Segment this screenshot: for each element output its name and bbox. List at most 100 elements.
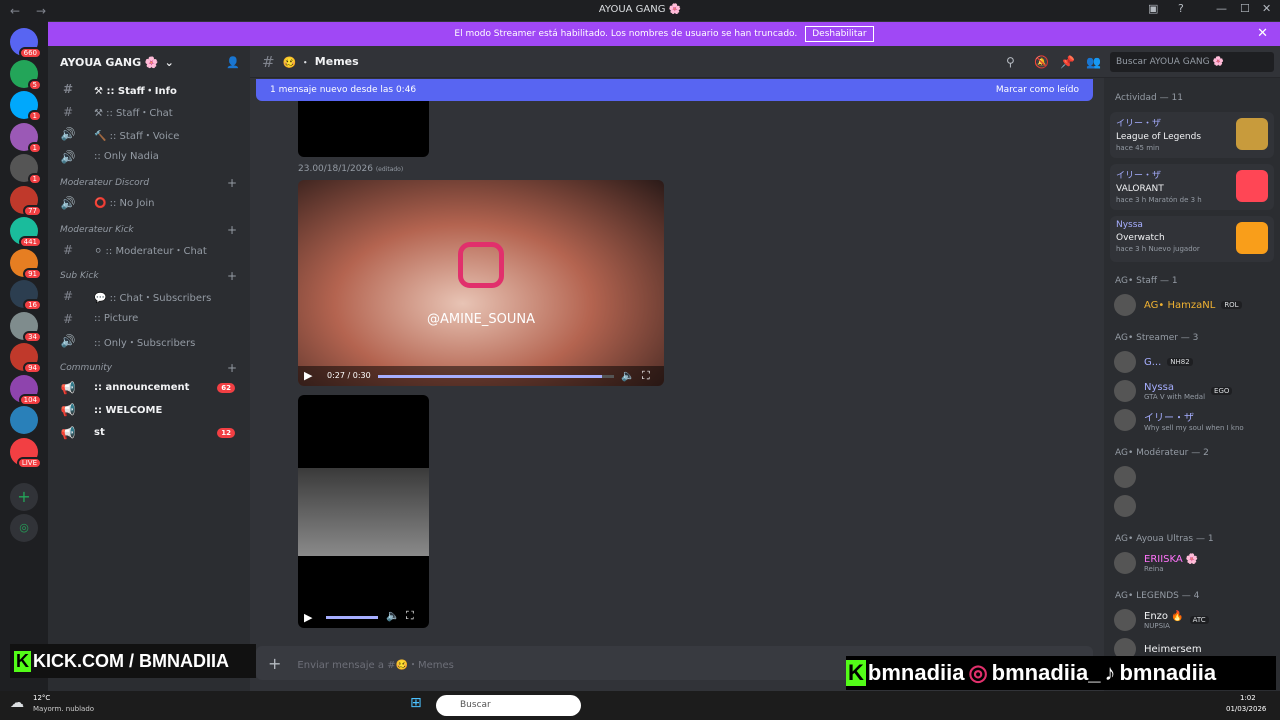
activity-header[interactable]: Actividad — 11	[1115, 93, 1183, 103]
server-icon[interactable]: 16	[10, 280, 42, 311]
video-time: 0:27 / 0:30	[327, 371, 371, 380]
server-icon[interactable]: LIVE	[10, 437, 42, 469]
server-badge: 34	[23, 330, 42, 343]
server-icon[interactable]: 91	[10, 248, 42, 280]
help-icon[interactable]: ?	[1178, 2, 1184, 15]
search-input[interactable]: Buscar AYOUA GANG 🌸	[1110, 52, 1274, 72]
server-icon[interactable]: 1	[10, 91, 42, 122]
social-overlay: Kbmnadiia ◎ bmnadiia_ ♪ bmnadiia	[846, 656, 1276, 690]
close-window-icon[interactable]: ✕	[1262, 2, 1271, 15]
minimize-icon[interactable]: —	[1216, 2, 1227, 15]
server-list: 660 5 1 1 1 77 441 91 16 34 94 104 LIVE + ◎	[0, 21, 48, 691]
server-badge: 77	[23, 204, 42, 217]
notifications-icon[interactable]: 🔕	[1034, 55, 1049, 69]
channel-category[interactable]: Sub Kick +	[60, 269, 245, 283]
channel-item[interactable]: # 💬 ꞉꞉ Chat・Subscribers	[60, 287, 245, 305]
video-seekbar[interactable]	[378, 375, 614, 378]
channel-item[interactable]: 🔊 🔨 ꞉꞉ Staff・Voice	[60, 125, 245, 143]
activity-card[interactable]: イリー・ザ League of Legends hace 45 min	[1110, 112, 1274, 158]
new-messages-text: 1 mensaje nuevo desde las 0:46	[270, 85, 417, 95]
add-channel-icon[interactable]: +	[227, 269, 237, 283]
channel-item[interactable]: # ⚒ ꞉꞉ Staff・Chat	[60, 103, 245, 121]
streamer-mode-banner: El modo Streamer está habilitado. Los no…	[48, 22, 1280, 46]
inbox-icon[interactable]: ▣	[1148, 2, 1158, 15]
server-icon[interactable]: 104	[10, 374, 42, 406]
member-text: AG• HamzaNL	[1144, 300, 1215, 311]
play-icon[interactable]: ▶	[304, 369, 312, 382]
video-previous[interactable]	[298, 101, 429, 157]
taskbar-search-label: Buscar	[460, 700, 491, 710]
channel-label: st	[94, 427, 105, 438]
channel-item[interactable]: 📢 ꞉꞉ announcement 62	[60, 379, 245, 397]
member-text: Heimersem	[1144, 644, 1202, 655]
fullscreen-icon[interactable]: ⛶	[406, 609, 414, 623]
volume-icon[interactable]: 🔈	[621, 369, 635, 382]
taskbar-search[interactable]: Buscar	[436, 695, 581, 716]
channel-item[interactable]: # ⚪ ꞉꞉ Moderateur・Chat	[60, 241, 245, 259]
video-player-2[interactable]: ▶ 🔈 ⛶	[298, 395, 429, 628]
server-badge: 1	[27, 141, 42, 154]
server-header[interactable]: AYOUA GANG 🌸 ⌄ 👤	[48, 46, 250, 78]
add-user-icon[interactable]: 👤	[226, 56, 240, 69]
new-messages-bar[interactable]: 1 mensaje nuevo desde las 0:46 Marcar co…	[256, 79, 1093, 101]
disable-button[interactable]: Deshabilitar	[805, 26, 874, 42]
member-status: Why sell my soul when I kno	[1144, 423, 1244, 432]
channel-item[interactable]: 📢 ꞉꞉ WELCOME	[60, 401, 245, 419]
maximize-icon[interactable]: ☐	[1240, 2, 1250, 15]
server-icon[interactable]: 5	[10, 59, 42, 91]
video-player[interactable]: @AMINE_SOUNA ▶ 0:27 / 0:30 🔈 ⛶	[298, 180, 664, 386]
channel-label: 💬 ꞉꞉ Chat・Subscribers	[94, 292, 212, 304]
mark-read-button[interactable]: Marcar como leído	[996, 85, 1079, 95]
channel-label: ꞉꞉ announcement	[94, 382, 190, 393]
activity-card[interactable]: イリー・ザ VALORANT hace 3 h Maratón de 3 h	[1110, 164, 1274, 210]
play-icon[interactable]: ▶	[304, 611, 312, 624]
volume-icon[interactable]: 🔈	[386, 609, 400, 622]
server-icon[interactable]: 441	[10, 217, 42, 248]
explore-icon[interactable]: ◎	[10, 514, 38, 542]
members-icon[interactable]: 👥	[1086, 55, 1101, 69]
weather-icon[interactable]: ☁	[10, 695, 24, 711]
channel-category[interactable]: Moderateur Discord +	[60, 176, 245, 190]
channel-item[interactable]: # ⚒ ꞉꞉ Staff・Info	[60, 80, 245, 98]
server-icon[interactable]: 77	[10, 185, 42, 217]
server-icon[interactable]	[10, 406, 38, 434]
channel-label: ꞉꞉ Picture	[94, 313, 139, 324]
member-text: ERIISKA 🌸 Reina	[1144, 554, 1198, 573]
server-icon[interactable]: 34	[10, 311, 42, 343]
member-name: G...	[1144, 356, 1162, 368]
windows-start-icon[interactable]: ⊞	[410, 695, 422, 711]
channel-item[interactable]: 🔊 ꞉꞉ Only・Subscribers	[60, 332, 245, 350]
member-item[interactable]: Nyssa GTA V with Medal EGO	[1114, 378, 1274, 404]
channel-item[interactable]: # ꞉꞉ Picture	[60, 310, 245, 328]
server-icon[interactable]: 94	[10, 343, 42, 374]
channel-item[interactable]: 🔊 ⭕ ꞉꞉ No Join	[60, 194, 245, 212]
server-icon[interactable]: 1	[10, 122, 42, 154]
channel-label: ꞉꞉ WELCOME	[94, 404, 163, 416]
channel-category[interactable]: Community +	[60, 361, 245, 375]
channel-category[interactable]: Moderateur Kick +	[60, 223, 245, 237]
add-channel-icon[interactable]: +	[227, 176, 237, 190]
channel-item[interactable]: 📢 st 12	[60, 424, 245, 442]
member-item[interactable]: Enzo 🔥 NUPSIA ATC	[1114, 607, 1274, 633]
server-icon[interactable]: 1	[10, 154, 42, 185]
member-item[interactable]: ERIISKA 🌸 Reina	[1114, 550, 1274, 576]
server-icon[interactable]: 660	[10, 28, 42, 59]
member-item[interactable]: AG• HamzaNL ROL	[1114, 292, 1274, 318]
volume-slider[interactable]	[326, 616, 378, 619]
pin-icon[interactable]: 📌	[1060, 55, 1075, 69]
threads-icon[interactable]: ⚲	[1006, 55, 1015, 69]
add-channel-icon[interactable]: +	[227, 223, 237, 237]
member-item[interactable]	[1114, 464, 1274, 490]
close-icon[interactable]: ✕	[1257, 26, 1268, 41]
channel-item[interactable]: 🔊 ꞉꞉ Only Nadia	[60, 148, 245, 166]
member-item[interactable]: G... NH82	[1114, 349, 1274, 375]
activity-card[interactable]: Nyssa Overwatch hace 3 h Nuevo jugador	[1110, 216, 1274, 262]
member-item[interactable]	[1114, 493, 1274, 519]
server-badge: 91	[23, 267, 42, 280]
add-channel-icon[interactable]: +	[227, 361, 237, 375]
add-server-icon[interactable]: +	[10, 483, 38, 511]
add-attachment-icon[interactable]: +	[268, 654, 281, 673]
game-icon	[1236, 222, 1268, 254]
fullscreen-icon[interactable]: ⛶	[642, 369, 650, 383]
member-item[interactable]: イリー・ザ Why sell my soul when I kno	[1114, 407, 1274, 433]
